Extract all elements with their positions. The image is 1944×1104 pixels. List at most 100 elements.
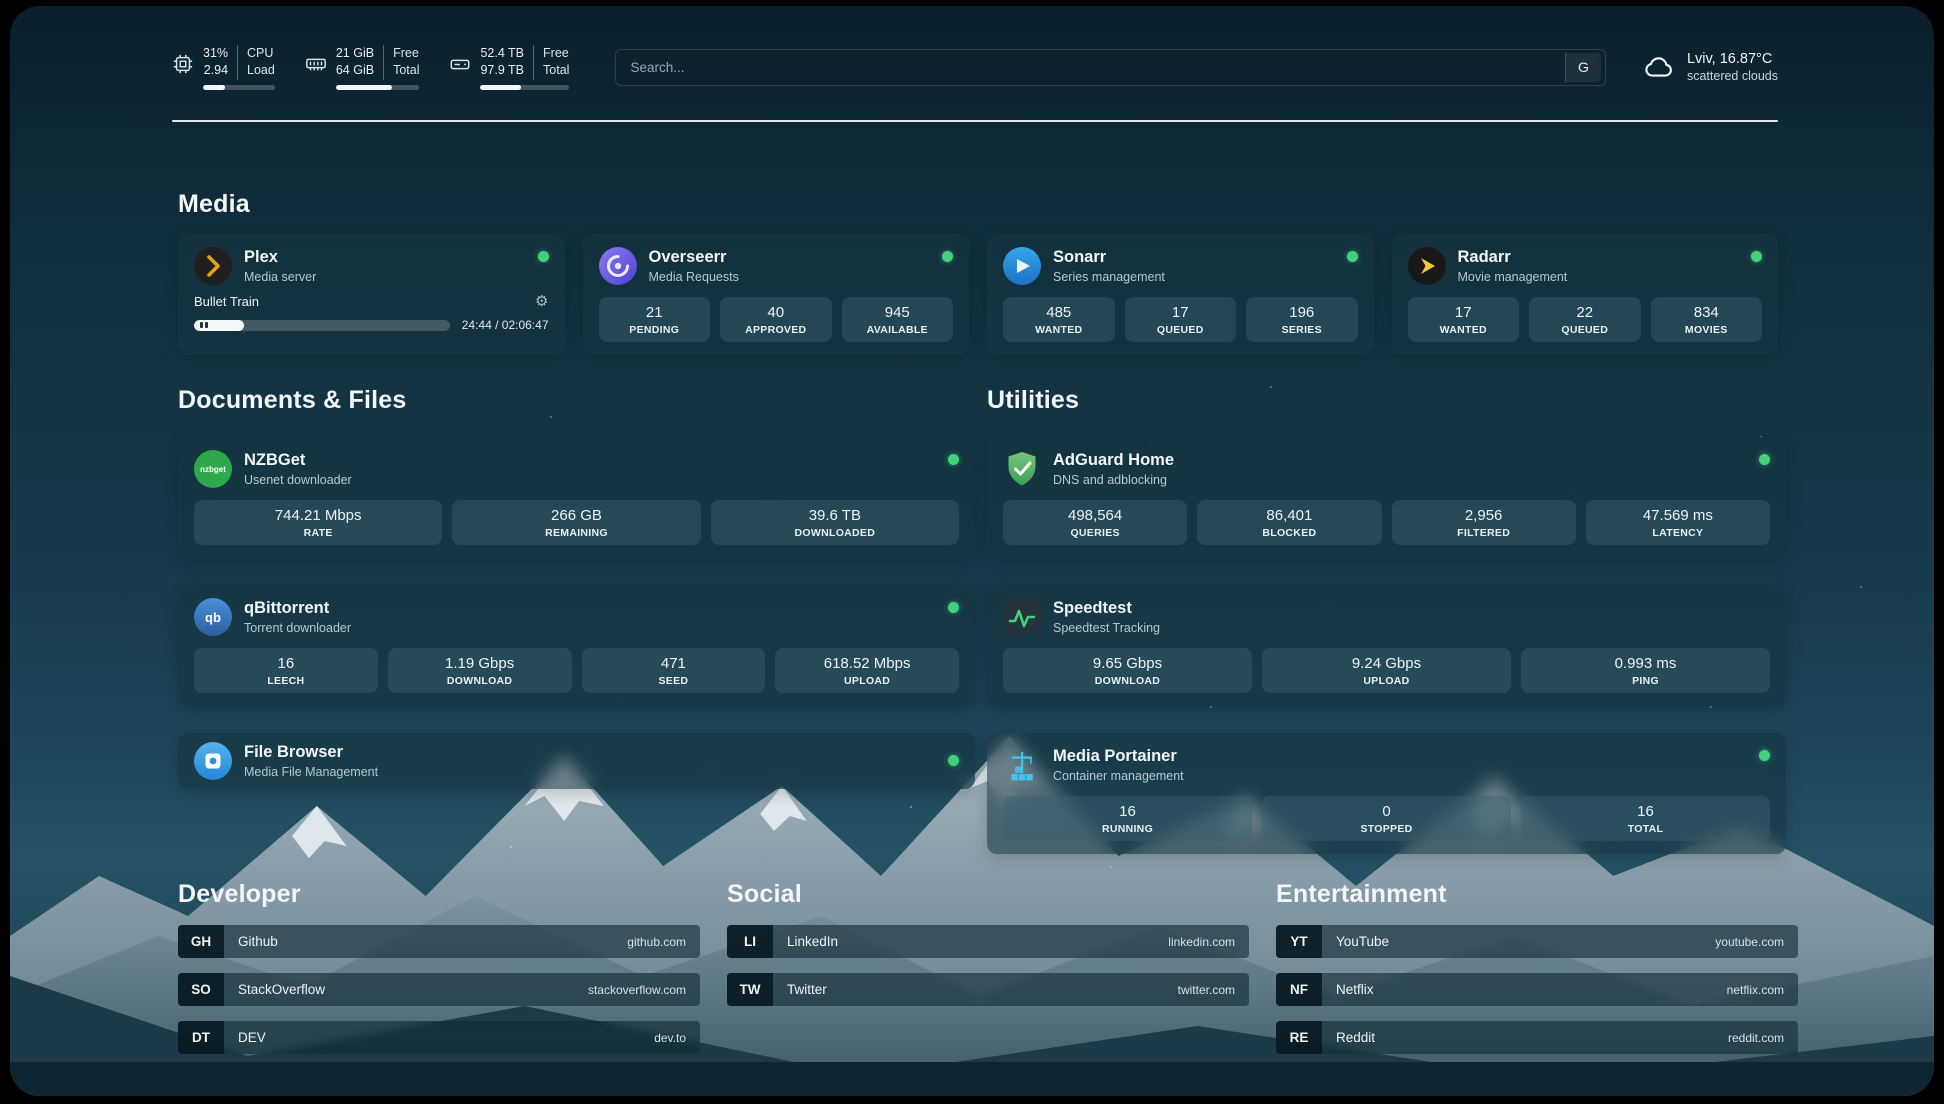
- bookmark-url: netflix.com: [1727, 983, 1784, 997]
- app-name: NZBGet: [244, 451, 352, 470]
- bookmark-reddit[interactable]: RE Reddit reddit.com: [1276, 1021, 1798, 1054]
- status-dot: [538, 251, 549, 262]
- app-card-plex[interactable]: Plex Media server Bullet Train ⚙ 24:44 /…: [178, 234, 565, 355]
- bookmarks-developer: Developer GH Github github.com SO StackO…: [178, 880, 700, 1069]
- gear-icon[interactable]: ⚙: [535, 294, 548, 309]
- app-card-qbittorrent[interactable]: qb qBittorrent Torrent downloader 16 LEE…: [178, 585, 975, 706]
- stat-upload: 9.24 Gbps UPLOAD: [1262, 648, 1511, 693]
- stat-filtered: 2,956 FILTERED: [1392, 500, 1576, 545]
- bookmark-url: linkedin.com: [1168, 935, 1235, 949]
- bookmark-name: Twitter: [787, 982, 827, 997]
- app-subtitle: Usenet downloader: [244, 473, 352, 487]
- bookmark-abbr: RE: [1276, 1021, 1322, 1054]
- app-subtitle: Media server: [244, 270, 316, 284]
- app-card-adguard[interactable]: AdGuard Home DNS and adblocking 498,564 …: [987, 437, 1786, 558]
- app-card-radarr[interactable]: Radarr Movie management 17 WANTED 22 QUE…: [1392, 234, 1779, 355]
- app-card-portainer[interactable]: Media Portainer Container management 16 …: [987, 733, 1786, 854]
- stat-remaining: 266 GB REMAINING: [452, 500, 700, 545]
- stat-queued: 22 QUEUED: [1529, 297, 1641, 342]
- status-dot: [1759, 750, 1770, 761]
- pause-icon[interactable]: [200, 322, 208, 328]
- stat-total: 16 TOTAL: [1521, 796, 1770, 841]
- status-dot: [1759, 454, 1770, 465]
- filebrowser-icon: [194, 742, 232, 780]
- disk-total-value: 97.9 TB: [480, 62, 524, 80]
- playback-progress-bar[interactable]: [194, 320, 450, 331]
- status-dot: [948, 755, 959, 766]
- svg-text:nzbget: nzbget: [200, 465, 226, 474]
- hard-drive-icon: [449, 53, 471, 75]
- nzbget-icon: nzbget: [194, 450, 232, 488]
- search-engine-button[interactable]: G: [1565, 53, 1601, 82]
- stat-rate: 744.21 Mbps RATE: [194, 500, 442, 545]
- section-title-social: Social: [727, 880, 1249, 909]
- adguard-icon: [1003, 450, 1041, 488]
- search-input[interactable]: [616, 50, 1565, 85]
- speedtest-icon: [1003, 598, 1041, 636]
- app-name: AdGuard Home: [1053, 451, 1174, 470]
- bookmarks-entertainment: Entertainment YT YouTube youtube.com NF …: [1276, 880, 1798, 1069]
- app-name: Media Portainer: [1053, 747, 1184, 766]
- app-subtitle: Series management: [1053, 270, 1165, 284]
- stat-queries: 498,564 QUERIES: [1003, 500, 1187, 545]
- bookmark-stackoverflow[interactable]: SO StackOverflow stackoverflow.com: [178, 973, 700, 1006]
- bookmark-dev[interactable]: DT DEV dev.to: [178, 1021, 700, 1054]
- svg-text:qb: qb: [205, 610, 221, 625]
- app-card-overseerr[interactable]: Overseerr Media Requests 21 PENDING 40 A…: [583, 234, 970, 355]
- app-subtitle: Container management: [1053, 769, 1184, 783]
- stat-leech: 16 LEECH: [194, 648, 378, 693]
- disk-free-value: 52.4 TB: [480, 45, 524, 63]
- weather-condition: scattered clouds: [1687, 69, 1778, 83]
- bookmark-youtube[interactable]: YT YouTube youtube.com: [1276, 925, 1798, 958]
- weather-widget: Lviv, 16.87°C scattered clouds: [1642, 50, 1778, 84]
- playback-time: 24:44 / 02:06:47: [462, 318, 549, 332]
- media-grid: Plex Media server Bullet Train ⚙ 24:44 /…: [178, 234, 1778, 355]
- status-dot: [942, 251, 953, 262]
- bookmark-name: YouTube: [1336, 934, 1389, 949]
- bookmark-name: Github: [238, 934, 278, 949]
- bookmark-name: Netflix: [1336, 982, 1374, 997]
- section-title-developer: Developer: [178, 880, 700, 909]
- bookmark-url: reddit.com: [1728, 1031, 1784, 1045]
- app-card-nzbget[interactable]: nzbget NZBGet Usenet downloader 744.21 M…: [178, 437, 975, 558]
- app-name: Sonarr: [1053, 248, 1165, 267]
- stat-pending: 21 PENDING: [599, 297, 711, 342]
- bookmark-url: github.com: [627, 935, 686, 949]
- stat-download: 9.65 Gbps DOWNLOAD: [1003, 648, 1252, 693]
- app-card-sonarr[interactable]: Sonarr Series management 485 WANTED 17 Q…: [987, 234, 1374, 355]
- stat-running: 16 RUNNING: [1003, 796, 1252, 841]
- sonarr-icon: [1003, 247, 1041, 285]
- cpu-usage-value: 31%: [203, 45, 228, 63]
- search-bar: G: [615, 49, 1606, 86]
- bookmark-url: youtube.com: [1715, 935, 1784, 949]
- stat-blocked: 86,401 BLOCKED: [1197, 500, 1381, 545]
- overseerr-icon: [599, 247, 637, 285]
- app-name: Overseerr: [649, 248, 739, 267]
- stat-download: 1.19 Gbps DOWNLOAD: [388, 648, 572, 693]
- bookmark-name: StackOverflow: [238, 982, 325, 997]
- disk-label-free: Free: [543, 45, 569, 63]
- section-title-media: Media: [178, 190, 250, 219]
- app-name: Speedtest: [1053, 599, 1160, 618]
- utilities-column: Utilities AdGuard Home DNS and adblockin…: [987, 386, 1786, 881]
- stat-movies: 834 MOVIES: [1651, 297, 1763, 342]
- app-name: Radarr: [1458, 248, 1568, 267]
- app-subtitle: DNS and adblocking: [1053, 473, 1174, 487]
- memory-label-total: Total: [393, 62, 419, 80]
- weather-location-temp: Lviv, 16.87°C: [1687, 51, 1778, 67]
- stat-queued: 17 QUEUED: [1125, 297, 1237, 342]
- bookmark-twitter[interactable]: TW Twitter twitter.com: [727, 973, 1249, 1006]
- qbittorrent-icon: qb: [194, 598, 232, 636]
- bookmark-linkedin[interactable]: LI LinkedIn linkedin.com: [727, 925, 1249, 958]
- bookmark-github[interactable]: GH Github github.com: [178, 925, 700, 958]
- bookmark-abbr: GH: [178, 925, 224, 958]
- cloud-icon: [1642, 50, 1676, 84]
- app-card-speedtest[interactable]: Speedtest Speedtest Tracking 9.65 Gbps D…: [987, 585, 1786, 706]
- bookmark-name: DEV: [238, 1030, 266, 1045]
- memory-total-value: 64 GiB: [336, 62, 374, 80]
- app-subtitle: Movie management: [1458, 270, 1568, 284]
- app-name: Plex: [244, 248, 316, 267]
- bookmark-abbr: SO: [178, 973, 224, 1006]
- app-card-filebrowser[interactable]: File Browser Media File Management: [178, 733, 975, 789]
- bookmark-netflix[interactable]: NF Netflix netflix.com: [1276, 973, 1798, 1006]
